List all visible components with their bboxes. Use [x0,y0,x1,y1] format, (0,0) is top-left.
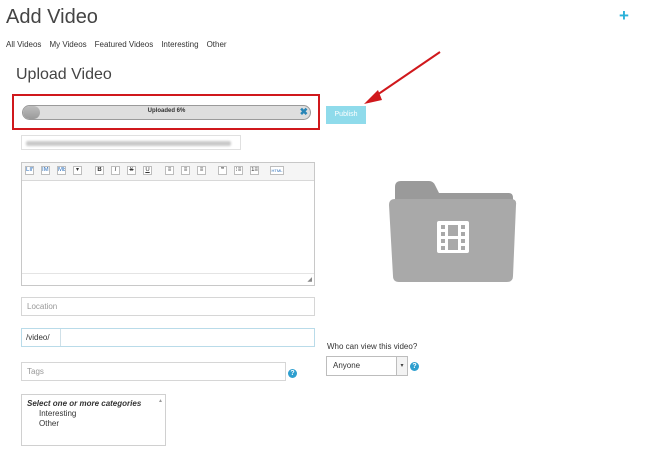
plus-icon[interactable]: + [619,6,629,26]
section-title: Upload Video [16,66,112,83]
resize-handle-icon[interactable]: ◢ [307,276,312,283]
cancel-upload-icon[interactable]: ✖ [300,107,308,119]
link-icon[interactable]: LINK [25,166,34,175]
more-dropdown-icon[interactable]: ▾ [73,166,82,175]
editor-text-area[interactable] [23,181,313,273]
blurred-title-text [26,141,231,146]
description-editor[interactable]: LINK IMG MEDIA ▾ B I S U ≡ ≡ ≡ ❝ ⁝≡ 1≡ H… [21,162,315,286]
align-left-icon[interactable]: ≡ [165,166,174,175]
editor-toolbar: LINK IMG MEDIA ▾ B I S U ≡ ≡ ≡ ❝ ⁝≡ 1≡ H… [22,163,314,181]
scroll-up-icon[interactable]: ▲ [158,398,163,404]
chevron-down-icon[interactable]: ▾ [396,357,407,375]
underline-button[interactable]: U [143,166,152,175]
numbered-list-icon[interactable]: 1≡ [250,166,259,175]
bold-button[interactable]: B [95,166,104,175]
page-title: Add Video [6,6,98,28]
annotation-arrow [364,51,441,104]
tags-help-icon[interactable]: ? [288,369,297,378]
visibility-help-icon[interactable]: ? [410,362,419,371]
categories-heading: Select one or more categories [27,399,142,408]
bullet-list-icon[interactable]: ⁝≡ [234,166,243,175]
categories-listbox[interactable]: Select one or more categories Interestin… [21,394,166,446]
upload-highlight-box: Uploaded 6% ✖ [12,94,320,130]
visibility-label: Who can view this video? [327,342,418,351]
image-icon[interactable]: IMG [41,166,50,175]
category-option-interesting[interactable]: Interesting [27,409,165,418]
progress-label: Uploaded 6% [147,108,186,114]
category-option-other[interactable]: Other [27,419,165,428]
video-folder-icon [389,181,517,282]
title-field[interactable] [21,135,241,150]
html-source-button[interactable]: HTML [270,166,284,175]
blockquote-icon[interactable]: ❝ [218,166,227,175]
italic-button[interactable]: I [111,166,120,175]
align-right-icon[interactable]: ≡ [197,166,206,175]
tags-input[interactable]: Tags [21,362,286,381]
nav-tabs: All Videos My Videos Featured Videos Int… [6,40,235,49]
nav-my-videos[interactable]: My Videos [49,40,86,49]
nav-all-videos[interactable]: All Videos [6,40,41,49]
upload-progress-bar: Uploaded 6% ✖ [22,105,311,120]
nav-interesting[interactable]: Interesting [161,40,198,49]
align-center-icon[interactable]: ≡ [181,166,190,175]
media-icon[interactable]: MEDIA [57,166,66,175]
editor-status-bar [22,273,314,285]
nav-featured-videos[interactable]: Featured Videos [95,40,154,49]
location-input[interactable]: Location [21,297,315,316]
url-prefix: /video/ [22,329,61,346]
nav-other[interactable]: Other [207,40,227,49]
strikethrough-button[interactable]: S [127,166,136,175]
visibility-selected-value: Anyone [333,361,361,370]
url-field[interactable]: /video/ [21,328,315,347]
visibility-select[interactable]: Anyone ▾ [326,356,408,376]
